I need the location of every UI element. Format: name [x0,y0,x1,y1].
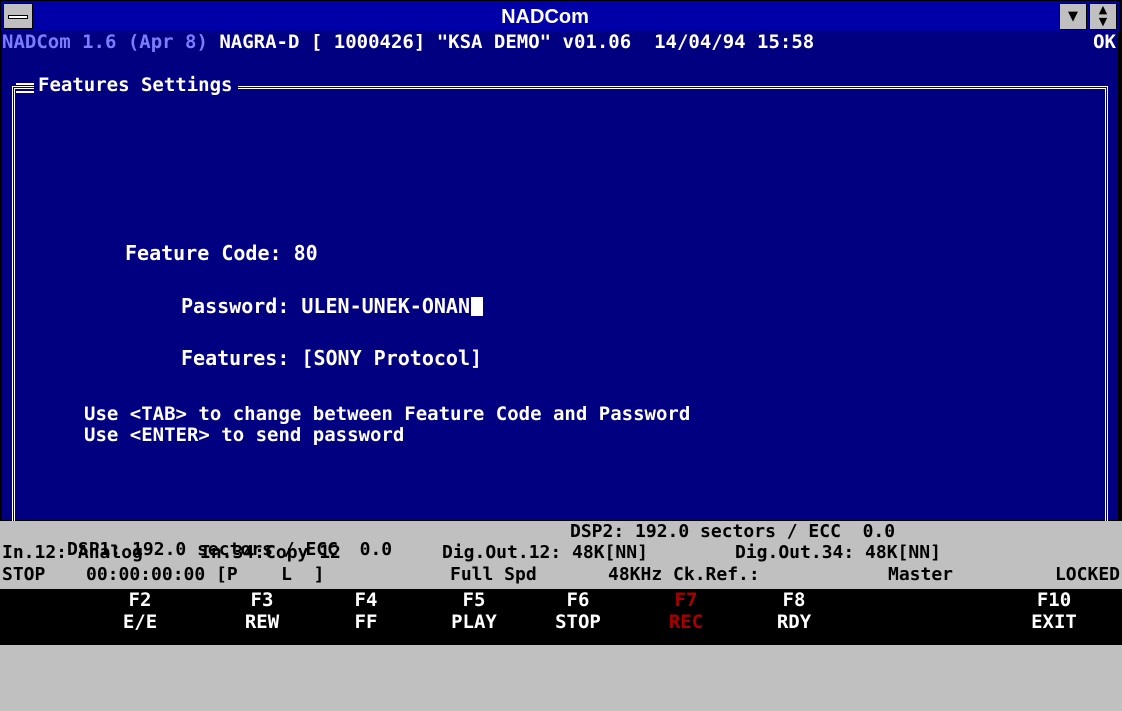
fkey-number: F5 [462,589,486,611]
nadcom-window: NADCom ▼ ▲ ▼ NADCom 1.6 (Apr 8) NAGRA-D [… [0,0,1122,645]
feature-code-input[interactable]: 80 [294,241,318,265]
fkey-label: STOP [555,611,601,633]
fkey-number: F7 [674,589,698,611]
fkey-number: F8 [782,589,806,611]
console-area: NADCom 1.6 (Apr 8) NAGRA-D [ 1000426] "K… [2,32,1118,542]
panel-title: Features Settings [34,75,239,95]
fkey-label: EXIT [1031,611,1077,633]
status-ok: OK [1093,32,1116,52]
dig-out-12: Dig.Out.12: 48K[NN] [442,542,648,563]
app-version: NADCom 1.6 (Apr 8) [2,32,208,52]
dsp2-status: DSP2: 192.0 sectors / ECC 0.0 [570,521,896,542]
timecode: 00:00:00:00 [P L ] [86,564,325,585]
minimize-button[interactable]: ▼ [1059,3,1087,30]
lock-status: LOCKED [1054,564,1120,585]
password-label: Password: [181,294,290,318]
fkey-number: F3 [250,589,274,611]
datetime: 14/04/94 15:58 [654,32,815,52]
system-menu-icon [8,15,28,19]
hint-enter: Use <ENTER> to send password [84,424,405,446]
function-key-bar: F2 E/E F3 REW F4 FF F5 PLAY F6 STOP F7 REC F8 R… [0,589,1122,645]
io-line: In.12: Analog In.34:Copy 12 Dig.Out.12: … [2,544,1120,564]
f4-ff-button[interactable]: F4 FF [326,589,406,633]
device-info: NAGRA-D [ 1000426] "KSA DEMO" v01.06 [219,32,632,52]
hint-tab: Use <TAB> to change between Feature Code… [84,403,691,425]
fkey-label: REC [668,611,704,633]
f5-play-button[interactable]: F5 PLAY [434,589,514,633]
system-menu-button[interactable] [3,3,33,29]
fkey-label: REW [244,611,280,633]
f6-stop-button[interactable]: F6 STOP [538,589,618,633]
fkey-number: F2 [128,589,152,611]
features-label: Features: [181,346,290,370]
transport-line: STOP 00:00:00:00 [P L ] Full Spd 48KHz C… [2,566,1120,586]
restore-button[interactable]: ▲ ▼ [1089,3,1117,30]
features-value: [SONY Protocol] [301,346,483,370]
f10-exit-button[interactable]: F10 EXIT [1014,589,1094,633]
password-row[interactable]: Password: ULEN-UNEK-ONAN [181,295,483,317]
feature-code-row[interactable]: Feature Code: 80 [125,242,318,264]
input-12: In.12: Analog [2,542,143,563]
password-input[interactable]: ULEN-UNEK-ONAN [301,294,470,318]
top-status-line: NADCom 1.6 (Apr 8) NAGRA-D [ 1000426] "K… [2,32,1118,52]
window-title: NADCom [501,6,589,28]
f7-rec-button[interactable]: F7 REC [646,589,726,633]
restore-icon: ▲ ▼ [1098,3,1108,28]
fkey-number: F4 [354,589,378,611]
frame-corner [16,83,34,93]
f3-rew-button[interactable]: F3 REW [222,589,302,633]
features-settings-frame [12,86,1108,542]
input-34: In.34:Copy 12 [200,542,341,563]
fkey-label: E/E [122,611,158,633]
fkey-label: FF [354,611,378,633]
f2-ee-button[interactable]: F2 E/E [100,589,180,633]
title-bar[interactable]: NADCom ▼ ▲ ▼ [0,0,1120,32]
text-cursor [471,297,483,316]
transport-mode: STOP [2,564,46,585]
speed: Full Spd [450,564,537,585]
clock-source: Master [888,564,954,585]
f8-rdy-button[interactable]: F8 RDY [754,589,834,633]
fkey-number: F10 [1036,589,1072,611]
minimize-icon: ▼ [1068,9,1078,24]
bottom-status: DSP1: 192.0 sectors / ECC 0.0 DSP2: 192.… [0,521,1122,589]
features-row: Features: [SONY Protocol] [181,347,482,369]
feature-code-label: Feature Code: [125,241,282,265]
fkey-label: PLAY [451,611,497,633]
fkey-number: F6 [566,589,590,611]
dig-out-34: Dig.Out.34: 48K[NN] [735,542,941,563]
sample-rate: 48KHz Ck.Ref.: [608,564,760,585]
fkey-label: RDY [776,611,812,633]
